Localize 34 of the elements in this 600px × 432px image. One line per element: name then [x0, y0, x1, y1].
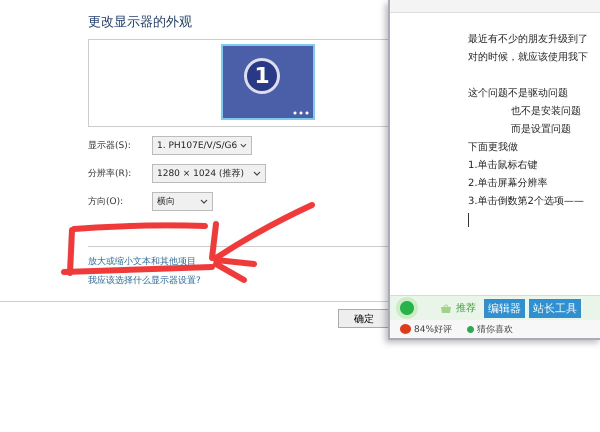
text-line: 而是设置问题	[510, 122, 572, 137]
dropdown[interactable]: 横向	[152, 192, 213, 211]
text-line: 最近有不少的朋友升级到了	[468, 32, 589, 47]
text-cursor-icon	[468, 213, 469, 227]
toolbar-button[interactable]: 站长工具	[529, 298, 581, 318]
text-line: 1.单击鼠标右键	[468, 158, 539, 173]
ok-button[interactable]: 确定	[338, 309, 390, 328]
field-label: 显示器(S):	[88, 140, 132, 152]
bag-icon	[440, 302, 452, 314]
toolbar-button[interactable]: 编辑器	[484, 298, 525, 318]
field-label: 方向(O):	[88, 196, 124, 208]
chevron-down-icon	[253, 171, 261, 176]
text-line: 2.单击屏幕分辨率	[468, 176, 549, 191]
section-heading: 更改显示器的外观	[88, 14, 193, 32]
dropdown[interactable]: 1. PH107E/V/S/G6	[152, 136, 252, 155]
text-line: 这个问题不是驱动问题	[468, 86, 569, 101]
text-line: 也不是安装问题	[510, 104, 582, 119]
status-text: 猜你喜欢	[477, 324, 514, 336]
text-line: 3.单击倒数第2个选项——	[468, 194, 585, 209]
circle-button[interactable]	[396, 297, 418, 319]
dots-icon	[293, 111, 309, 115]
chevron-down-icon	[240, 143, 247, 148]
monitor-number: 1	[244, 58, 280, 94]
field-label: 分辨率(R):	[88, 168, 132, 180]
chevron-down-icon	[200, 199, 208, 204]
status-text: 84%好评	[414, 324, 452, 336]
dropdown[interactable]: 1280 × 1024 (推荐)	[152, 164, 266, 183]
link[interactable]: 我应该选择什么显示器设置?	[88, 274, 201, 287]
link[interactable]: 放大或缩小文本和其他项目	[88, 255, 196, 268]
text-line: 下面更我做	[468, 140, 519, 155]
tomato-icon	[400, 324, 411, 334]
text-line: 对的时候，就应该使用我下	[468, 50, 589, 65]
dot-icon	[467, 326, 474, 332]
monitor-thumbnail[interactable]: 1	[221, 44, 315, 120]
